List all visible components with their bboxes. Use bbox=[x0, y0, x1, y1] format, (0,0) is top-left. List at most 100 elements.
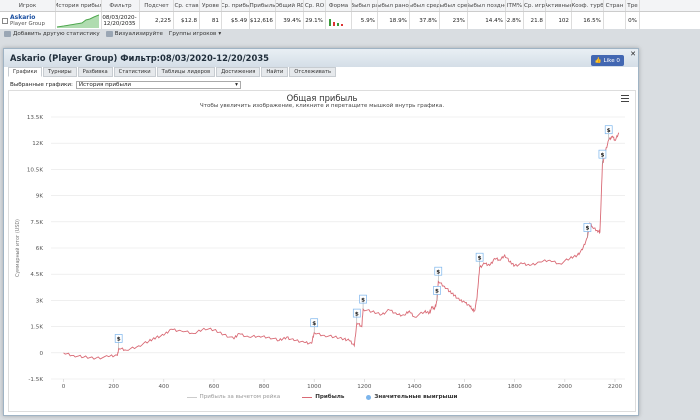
table-cell: 29.1% bbox=[304, 12, 326, 29]
player-cell: Askario Player Group bbox=[0, 12, 56, 29]
big-win-icon: $ bbox=[600, 152, 604, 158]
x-tick-label: 400 bbox=[158, 384, 169, 390]
table-header-cell[interactable]: Прибыль bbox=[250, 0, 276, 11]
table-cell: $12,616 bbox=[250, 12, 276, 29]
tab-0[interactable]: Графики bbox=[8, 67, 42, 77]
table-header-row: Игрок История прибыл Фильтр Подсчет Ср. став… bbox=[0, 0, 700, 12]
table-header-cell[interactable]: Игрок bbox=[0, 0, 56, 11]
y-tick-label: 1.5K bbox=[30, 325, 43, 331]
tab-2[interactable]: Разбивка bbox=[77, 67, 113, 77]
x-tick-label: 1200 bbox=[357, 384, 372, 390]
table-cell: 23% bbox=[440, 12, 468, 29]
tab-1[interactable]: Турниры bbox=[42, 67, 77, 77]
close-icon[interactable]: ✕ bbox=[630, 50, 636, 58]
y-tick-label: 10.5K bbox=[27, 167, 43, 173]
tab-4[interactable]: Таблицы лидеров bbox=[156, 67, 216, 77]
y-tick-label: 0 bbox=[39, 351, 43, 357]
select-value: История прибыли bbox=[78, 82, 132, 88]
background-panel bbox=[641, 48, 700, 420]
table-cell: 14.4% bbox=[468, 12, 506, 29]
table-header-cell[interactable]: Выбыл ра bbox=[352, 0, 378, 11]
table-cell: 39.4% bbox=[276, 12, 304, 29]
tab-3[interactable]: Статистики bbox=[113, 67, 156, 77]
table-header-cell[interactable]: История прибыл bbox=[56, 0, 102, 11]
legend-line-icon bbox=[186, 396, 197, 398]
x-tick-label: 600 bbox=[209, 384, 220, 390]
big-win-icon: $ bbox=[435, 289, 439, 295]
tab-7[interactable]: Отслеживать bbox=[289, 67, 337, 77]
visualize-label: Визуализируйте bbox=[114, 31, 163, 37]
chart-select[interactable]: История прибыли ▾ bbox=[75, 81, 241, 89]
y-tick-label: 4.5K bbox=[30, 272, 43, 278]
table-cell: 42.8% bbox=[506, 12, 524, 29]
y-tick-label: 6K bbox=[36, 246, 44, 252]
big-win-icon: $ bbox=[361, 297, 365, 303]
modal-header: Askario (Player Group) Фильтр:08/03/2020… bbox=[4, 49, 638, 67]
row-checkbox[interactable] bbox=[2, 17, 8, 24]
like-label: Like 0 bbox=[603, 57, 621, 64]
table-header-cell[interactable]: Ср. став bbox=[174, 0, 200, 11]
table-header-cell[interactable]: Тре bbox=[626, 0, 640, 11]
table-cell: $12.8 bbox=[174, 12, 200, 29]
chart-svg: -1.5K 0 1.5K 3K 4.5K 6K 7.5K 9K 10.5K 12K 13.5K 0 20… bbox=[14, 115, 625, 390]
x-tick-label: 200 bbox=[108, 384, 119, 390]
y-tick-label: 3K bbox=[36, 298, 44, 304]
x-tick-label: 1800 bbox=[508, 384, 523, 390]
tab-6[interactable]: Найти bbox=[261, 67, 289, 77]
table-header-cell[interactable]: Выбыл рано/с bbox=[378, 0, 410, 11]
big-win-icon: $ bbox=[436, 269, 440, 275]
table-cell: $5.49 bbox=[222, 12, 250, 29]
add-icon bbox=[4, 31, 11, 37]
groups-label: Группы игроков bbox=[168, 31, 217, 37]
table-header-cell[interactable]: Ср. RO bbox=[304, 0, 326, 11]
thumbs-up-icon: 👍 bbox=[594, 57, 602, 64]
table-cell: 18.9% bbox=[378, 12, 410, 29]
player-name-link[interactable]: Askario bbox=[10, 14, 45, 21]
table-header-cell[interactable]: ITM% bbox=[506, 0, 524, 11]
table-header-cell[interactable]: Фильтр bbox=[102, 0, 140, 11]
table-header-cell[interactable]: Коэф. турб bbox=[572, 0, 604, 11]
player-groups-button[interactable]: Группы игроков ▾ bbox=[169, 31, 221, 37]
legend-item-rake[interactable]: Прибыль за вычетом рейка bbox=[186, 394, 280, 400]
visualize-button[interactable]: Визуализируйте bbox=[105, 31, 163, 37]
table-cell: 0% bbox=[626, 12, 640, 29]
table-cell: 81 bbox=[200, 12, 222, 29]
profit-chart[interactable]: Общая прибыль Чтобы увеличить изображени… bbox=[8, 90, 636, 412]
table-cell: 102 bbox=[546, 12, 572, 29]
legend-line-icon bbox=[302, 396, 313, 398]
table-header-cell[interactable]: Урове bbox=[200, 0, 222, 11]
x-tick-label: 0 bbox=[62, 384, 66, 390]
table-cell: 5.9% bbox=[352, 12, 378, 29]
legend-item-profit[interactable]: Прибыль bbox=[302, 394, 344, 400]
table-toolbar: Добавить другую статистику Визуализируйт… bbox=[0, 29, 700, 39]
facebook-like-button[interactable]: 👍 Like 0 bbox=[590, 55, 624, 66]
table-header-cell[interactable]: Форма bbox=[326, 0, 352, 11]
y-tick-label: 12K bbox=[32, 141, 43, 147]
legend-dot-icon bbox=[366, 394, 372, 400]
y-tick-label: 13.5K bbox=[27, 115, 43, 121]
table-header-cell[interactable]: Выбыл средн bbox=[410, 0, 440, 11]
player-info: Askario Player Group bbox=[10, 14, 45, 27]
player-group-label: Player Group bbox=[10, 21, 45, 27]
chart-select-row: Выбранные графики: История прибыли ▾ bbox=[10, 81, 241, 89]
modal-title: Askario (Player Group) Фильтр:08/03/2020… bbox=[10, 53, 269, 63]
table-header-cell[interactable]: Ср. игр bbox=[524, 0, 546, 11]
stats-table: Игрок История прибыл Фильтр Подсчет Ср. став… bbox=[0, 0, 700, 29]
table-header-cell[interactable]: Выбыл сред bbox=[440, 0, 468, 11]
table-header-cell[interactable]: Выбыл поздно bbox=[468, 0, 506, 11]
x-tick-label: 2000 bbox=[558, 384, 573, 390]
chevron-down-icon: ▾ bbox=[235, 82, 238, 88]
table-header-cell[interactable]: Общий RC bbox=[276, 0, 304, 11]
form-sparkbar bbox=[326, 12, 352, 29]
table-row[interactable]: Askario Player Group 08/03/2020-12/20/2035… bbox=[0, 12, 700, 29]
table-header-cell[interactable]: Подсчет bbox=[140, 0, 174, 11]
tab-5[interactable]: Достижения bbox=[216, 67, 261, 77]
add-stats-button[interactable]: Добавить другую статистику bbox=[4, 31, 100, 37]
table-header-cell[interactable]: Активные bbox=[546, 0, 572, 11]
table-cell: 16.5% bbox=[572, 12, 604, 29]
table-header-cell[interactable]: Ср. прибы bbox=[222, 0, 250, 11]
legend-item-big-wins[interactable]: Значительные выигрыши bbox=[366, 394, 457, 400]
table-header-cell[interactable]: Стран bbox=[604, 0, 626, 11]
add-stats-label: Добавить другую статистику bbox=[13, 31, 100, 37]
big-win-icon: $ bbox=[117, 337, 121, 343]
